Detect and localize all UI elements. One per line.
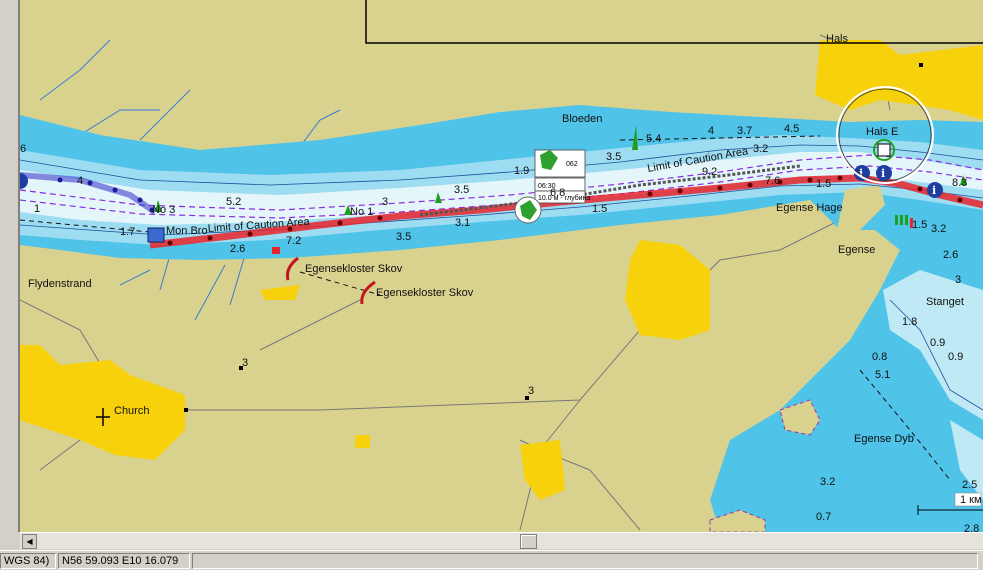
- svg-text:3.1: 3.1: [455, 217, 470, 229]
- label-stanget: Stanget: [926, 296, 964, 308]
- svg-text:i: i: [881, 167, 885, 180]
- svg-text:3: 3: [242, 357, 248, 369]
- svg-text:2.6: 2.6: [943, 249, 958, 261]
- label-flydenstrand: Flydenstrand: [28, 278, 92, 290]
- status-empty: [192, 553, 978, 569]
- svg-text:3.2: 3.2: [753, 143, 768, 155]
- svg-text:i: i: [932, 184, 936, 197]
- svg-text:4: 4: [77, 175, 83, 187]
- nautical-chart-map[interactable]: 1 км i i i 062 06:30 10.0 м - глубина Ha…: [20, 0, 983, 532]
- scroll-left-arrow-icon[interactable]: ◀: [22, 534, 37, 549]
- harbor-icon: [877, 143, 891, 157]
- horizontal-scrollbar[interactable]: ◀: [20, 532, 983, 549]
- svg-text:3: 3: [528, 385, 534, 397]
- svg-text:3.2: 3.2: [931, 223, 946, 235]
- label-egense: Egense: [838, 244, 875, 256]
- scale-bar-label: 1 км: [960, 494, 982, 506]
- svg-text:7.2: 7.2: [286, 235, 301, 247]
- label-egense-dyb: Egense Dyb: [854, 433, 914, 445]
- svg-text:4: 4: [708, 125, 714, 137]
- svg-text:5.4: 5.4: [646, 133, 661, 145]
- svg-text:0.8: 0.8: [872, 351, 887, 363]
- label-bloeden: Bloeden: [562, 113, 602, 125]
- svg-text:5.2: 5.2: [226, 196, 241, 208]
- status-cursor-position: N56 59.093 E10 16.079: [58, 553, 190, 569]
- svg-text:6: 6: [20, 143, 26, 155]
- svg-text:4.5: 4.5: [784, 123, 799, 135]
- svg-text:2.8: 2.8: [964, 523, 979, 532]
- svg-text:5.1: 5.1: [875, 369, 890, 381]
- svg-text:1.5: 1.5: [816, 178, 831, 190]
- label-buoy-no1: No 1: [350, 206, 373, 218]
- svg-text:2.5: 2.5: [962, 479, 977, 491]
- svg-text:1.7: 1.7: [120, 226, 135, 238]
- chart-canvas[interactable]: 1 км i i i 062 06:30 10.0 м - глубина Ha…: [20, 0, 983, 532]
- bridge-icon: [147, 227, 165, 243]
- label-egensekloster-skov-1: Egensekloster Skov: [305, 263, 403, 275]
- status-bar: WGS 84) N56 59.093 E10 16.079: [0, 550, 983, 570]
- svg-text:3: 3: [955, 274, 961, 286]
- red-marker: [272, 247, 280, 254]
- label-egense-hage: Egense Hage: [776, 202, 843, 214]
- chart-application: 1 км i i i 062 06:30 10.0 м - глубина Ha…: [0, 0, 983, 570]
- svg-text:3.2: 3.2: [820, 476, 835, 488]
- svg-text:9.2: 9.2: [702, 166, 717, 178]
- tide-station-number: 062: [566, 161, 578, 168]
- label-church: Church: [114, 405, 149, 417]
- svg-text:1.5: 1.5: [592, 203, 607, 215]
- svg-text:8.3: 8.3: [952, 177, 967, 189]
- label-hals: Hals: [826, 33, 849, 45]
- status-datum: WGS 84): [0, 553, 56, 569]
- svg-text:1.8: 1.8: [902, 316, 917, 328]
- scrollbar-thumb[interactable]: [520, 534, 537, 549]
- svg-text:3.5: 3.5: [454, 184, 469, 196]
- svg-text:3: 3: [382, 196, 388, 208]
- svg-text:3.7: 3.7: [737, 125, 752, 137]
- svg-text:0.9: 0.9: [930, 337, 945, 349]
- svg-text:3.5: 3.5: [606, 151, 621, 163]
- svg-text:6.8: 6.8: [550, 187, 565, 199]
- svg-text:2.6: 2.6: [230, 243, 245, 255]
- label-mon-bro: Mon Bro: [166, 225, 208, 237]
- svg-text:7.6: 7.6: [765, 175, 780, 187]
- svg-text:1.9: 1.9: [514, 165, 529, 177]
- svg-text:0.9: 0.9: [948, 351, 963, 363]
- svg-text:0.7: 0.7: [816, 511, 831, 523]
- svg-text:3.5: 3.5: [396, 231, 411, 243]
- window-left-border: [0, 0, 20, 532]
- svg-text:1.5: 1.5: [912, 219, 927, 231]
- label-egensekloster-skov-2: Egensekloster Skov: [376, 287, 474, 299]
- label-hals-e: Hals E: [866, 126, 898, 138]
- svg-text:1: 1: [34, 203, 40, 215]
- label-buoy-no3: No 3: [152, 204, 175, 216]
